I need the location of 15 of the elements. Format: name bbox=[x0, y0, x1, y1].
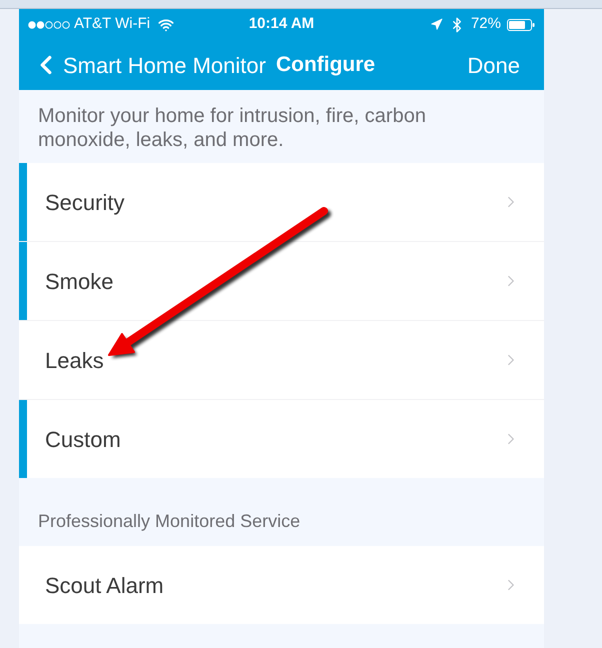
location-arrow-icon bbox=[430, 18, 443, 31]
signal-strength-icon bbox=[28, 20, 70, 28]
list-item[interactable]: Custom bbox=[19, 400, 544, 478]
wifi-icon bbox=[158, 16, 174, 32]
section-header: Professionally Monitored Service bbox=[38, 510, 300, 533]
list-item[interactable]: Smoke bbox=[19, 242, 544, 320]
clock-time: 10:14 AM bbox=[248, 14, 314, 34]
list-item[interactable]: Security bbox=[19, 163, 544, 241]
carrier-name: AT&T Wi-Fi bbox=[74, 14, 150, 34]
description-text: Monitor your home for intrusion, fire, carbon monoxide, leaks, and more. bbox=[37, 104, 427, 153]
list-item[interactable]: Leaks bbox=[19, 321, 544, 399]
screen-title: Configure bbox=[276, 52, 376, 78]
battery-percentage: 72% bbox=[470, 14, 501, 34]
list-item[interactable]: Scout Alarm bbox=[19, 546, 544, 624]
battery-icon bbox=[507, 18, 535, 30]
